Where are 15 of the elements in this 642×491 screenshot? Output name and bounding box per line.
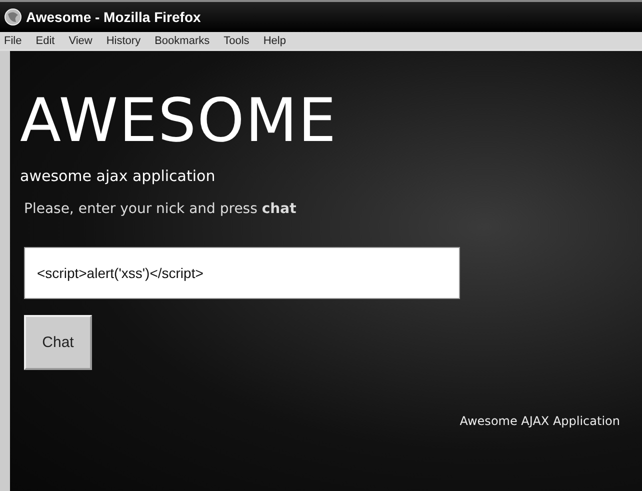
menu-item[interactable]: History xyxy=(106,34,141,46)
menu-item[interactable]: Edit xyxy=(36,34,55,46)
site-subtitle: awesome ajax application xyxy=(20,167,216,185)
menu-item[interactable]: Help xyxy=(263,34,286,46)
menu-item[interactable]: Tools xyxy=(224,34,250,46)
menu-item[interactable]: Bookmarks xyxy=(154,34,210,46)
footer-text: Awesome AJAX Application xyxy=(460,414,620,428)
globe-icon xyxy=(4,8,22,26)
nick-field[interactable]: <script>alert('xss')</script> xyxy=(24,247,460,299)
menu-item[interactable]: File xyxy=(4,34,22,46)
chat-button[interactable]: Chat xyxy=(24,315,92,370)
nick-prompt: Please, enter your nick and press chat xyxy=(24,201,296,217)
site-heading: AWESOME xyxy=(20,89,337,153)
menu-item[interactable]: View xyxy=(68,34,92,46)
window-title: Awesome - Mozilla Firefox xyxy=(26,9,201,25)
